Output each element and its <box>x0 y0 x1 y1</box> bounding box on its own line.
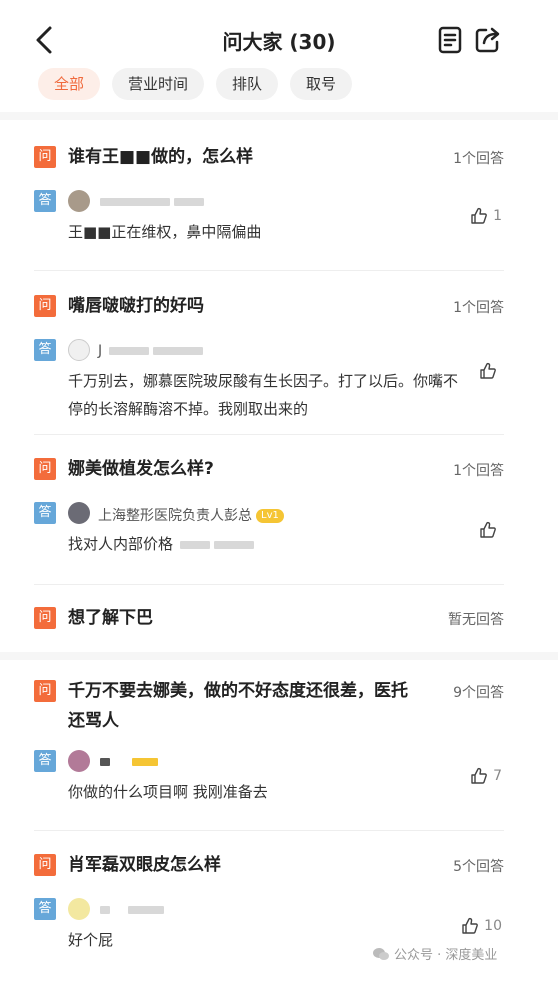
thumbs-up-icon <box>462 917 479 934</box>
question-item[interactable]: 问 想了解下巴 暂无回答 <box>34 603 504 635</box>
like-button[interactable]: 7 <box>469 766 502 786</box>
item-divider <box>34 584 504 585</box>
answer-text: 好个屁 <box>68 931 114 949</box>
answer-count: 暂无回答 <box>448 612 504 628</box>
avatar <box>68 898 90 920</box>
thumbs-up-icon <box>471 207 487 224</box>
answerer-name <box>98 902 166 918</box>
answerer-name: J <box>98 343 205 359</box>
answer-tag: 答 <box>34 339 56 361</box>
like-count: 10 <box>484 918 502 934</box>
tab-business-hours[interactable]: 营业时间 <box>112 68 205 100</box>
question-tag: 问 <box>34 458 56 480</box>
avatar <box>68 502 90 524</box>
question-item[interactable]: 问 肖军磊双眼皮怎么样 5个回答 答 好个屁 10 <box>34 850 504 949</box>
item-divider <box>34 434 504 435</box>
question-tag: 问 <box>34 607 56 629</box>
section-divider <box>0 652 558 660</box>
level-badge: Lv1 <box>256 509 284 523</box>
question-item[interactable]: 问 谁有王■■做的，怎么样 1个回答 答 王■■正在维权，鼻中隔偏曲 1 <box>34 142 504 241</box>
like-button[interactable] <box>478 520 502 540</box>
answer-count: 1个回答 <box>453 151 504 167</box>
tab-take-number[interactable]: 取号 <box>290 68 353 100</box>
answer-text: 王■■正在维权，鼻中隔偏曲 <box>68 223 262 241</box>
item-divider <box>34 270 504 271</box>
question-tag: 问 <box>34 146 56 168</box>
like-count: 1 <box>493 208 502 224</box>
avatar <box>68 339 90 361</box>
answer-count: 5个回答 <box>453 859 504 875</box>
like-button[interactable] <box>478 361 502 381</box>
question-title: 千万不要去娜美，做的不好态度还很差，医托还骂人 <box>68 681 408 731</box>
answerer-name: 上海整形医院负责人彭总 Lv1 <box>98 505 284 525</box>
tab-queue[interactable]: 排队 <box>216 68 279 100</box>
answer-tag: 答 <box>34 502 56 524</box>
item-divider <box>34 830 504 831</box>
section-divider <box>0 112 558 120</box>
answer-preview: 答 J 千万别去，娜慕医院玻尿酸有生长因子。打了以后。你嘴不停的长溶解酶溶不掉。… <box>34 339 504 419</box>
question-title: 嘴唇啵啵打的好吗 <box>68 296 204 316</box>
question-tag: 问 <box>34 854 56 876</box>
answer-preview: 答 上海整形医院负责人彭总 Lv1 找对人内部价格 <box>34 502 504 562</box>
thumbs-up-icon <box>480 521 496 538</box>
answer-tag: 答 <box>34 190 56 212</box>
answer-text: 千万别去，娜慕医院玻尿酸有生长因子。打了以后。你嘴不停的长溶解酶溶不掉。我刚取出… <box>68 372 459 418</box>
answer-count: 1个回答 <box>453 463 504 479</box>
question-item[interactable]: 问 娜美做植发怎么样? 1个回答 答 上海整形医院负责人彭总 Lv1 找对人内部价… <box>34 454 504 553</box>
question-title: 想了解下巴 <box>68 608 153 628</box>
avatar <box>68 190 90 212</box>
answer-text: 你做的什么项目啊 我刚准备去 <box>68 783 268 801</box>
question-item[interactable]: 问 千万不要去娜美，做的不好态度还很差，医托还骂人 9个回答 答 你做的什么项目… <box>34 676 504 801</box>
filter-tabs: 全部 营业时间 排队 取号 <box>38 68 353 102</box>
question-item[interactable]: 问 嘴唇啵啵打的好吗 1个回答 答 J 千万别去，娜慕医院玻尿酸有生长因子。打了… <box>34 291 504 418</box>
answer-preview: 答 王■■正在维权，鼻中隔偏曲 1 <box>34 190 504 250</box>
question-title: 肖军磊双眼皮怎么样 <box>68 855 221 875</box>
question-title: 谁有王■■做的，怎么样 <box>68 147 254 167</box>
answerer-name <box>98 194 206 210</box>
share-icon[interactable] <box>472 24 504 56</box>
avatar <box>68 750 90 772</box>
wechat-icon <box>373 947 389 960</box>
like-button[interactable]: 1 <box>469 206 502 226</box>
watermark: 公众号 · 深度美业 <box>372 944 497 963</box>
answer-text: 找对人内部价格 <box>68 530 256 558</box>
answer-tag: 答 <box>34 750 56 772</box>
answer-tag: 答 <box>34 898 56 920</box>
answer-preview: 答 你做的什么项目啊 我刚准备去 7 <box>34 750 504 810</box>
thumbs-up-icon <box>480 362 496 379</box>
like-button[interactable]: 10 <box>460 916 502 936</box>
question-title: 娜美做植发怎么样? <box>68 459 214 479</box>
question-tag: 问 <box>34 680 56 702</box>
question-tag: 问 <box>34 295 56 317</box>
document-list-icon[interactable] <box>434 24 466 56</box>
tab-all[interactable]: 全部 <box>38 68 101 100</box>
answerer-name <box>98 754 160 770</box>
thumbs-up-icon <box>471 767 487 784</box>
like-count: 7 <box>493 768 502 784</box>
answer-count: 9个回答 <box>453 685 504 701</box>
answer-count: 1个回答 <box>453 300 504 316</box>
